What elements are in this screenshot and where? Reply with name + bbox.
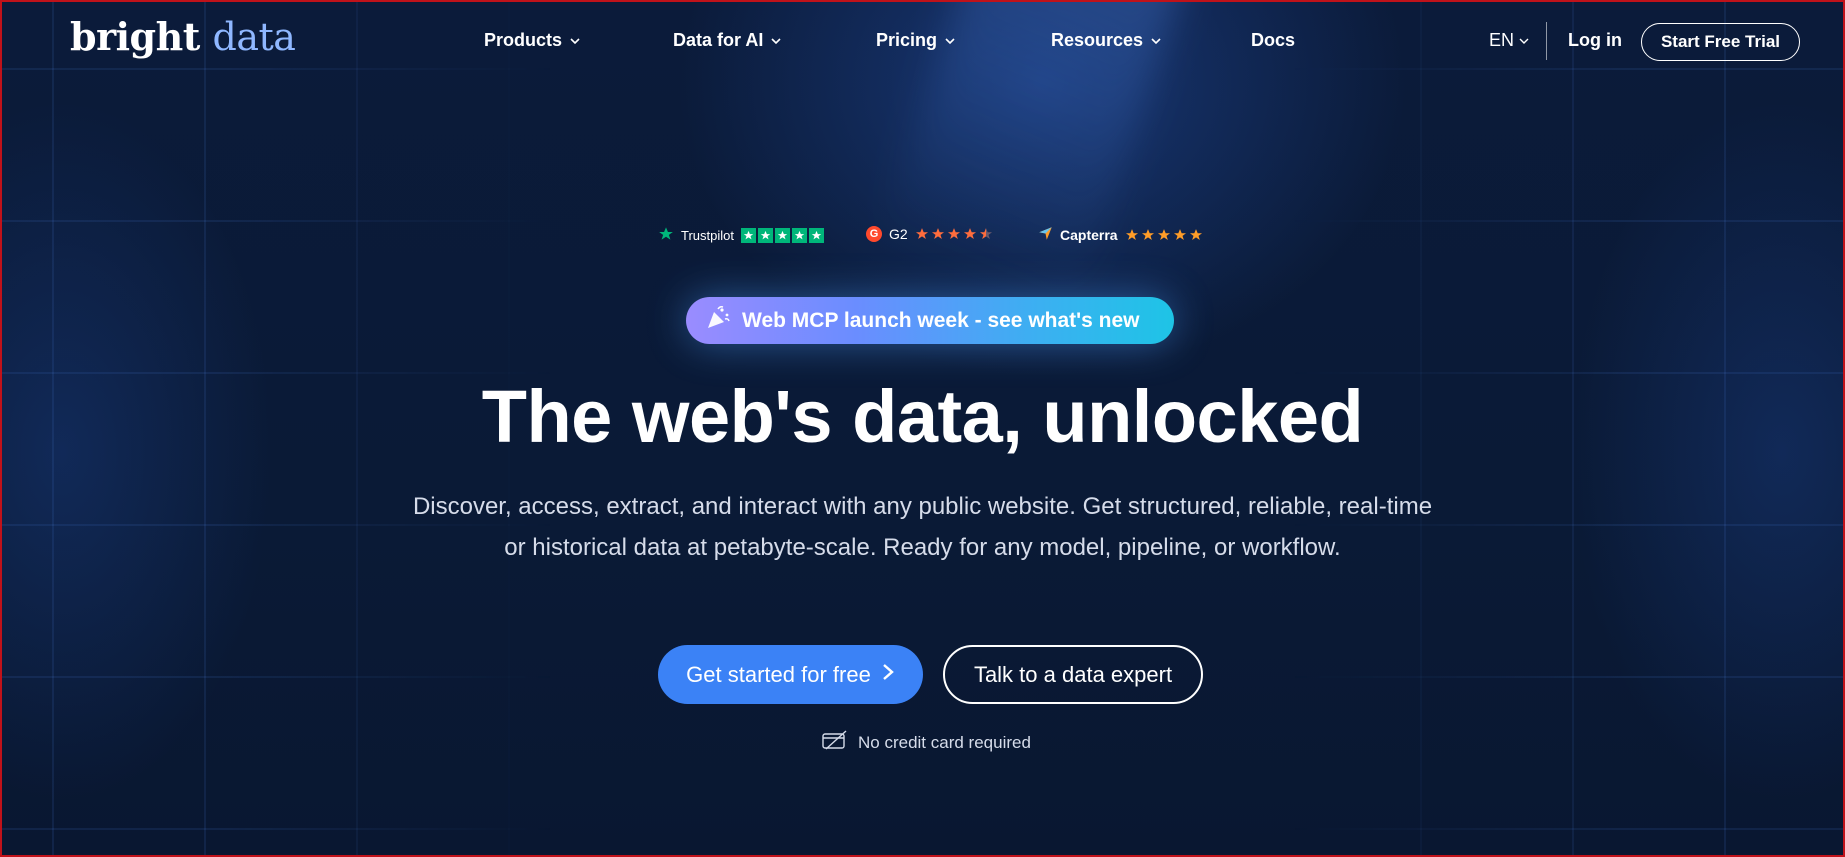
- nav-divider: [1546, 22, 1547, 60]
- logo-word-data: data: [212, 15, 296, 59]
- trustpilot-stars: [740, 228, 824, 243]
- trustpilot-rating[interactable]: Trustpilot: [658, 226, 824, 245]
- nav-item-docs[interactable]: Docs: [1251, 30, 1295, 51]
- nav-item-label: Resources: [1051, 30, 1144, 50]
- chevron-down-icon: [570, 36, 580, 46]
- star-icon: [947, 228, 960, 239]
- g2-stars: [915, 227, 993, 241]
- nav-item-products[interactable]: Products: [484, 30, 580, 51]
- nav-item-resources[interactable]: Resources: [1051, 30, 1161, 51]
- language-selector[interactable]: EN: [1489, 30, 1529, 51]
- star-icon: [963, 228, 976, 239]
- star-icon: [757, 228, 773, 243]
- trustpilot-star-icon: [658, 226, 674, 245]
- capterra-logo-icon: [1038, 226, 1053, 244]
- star-icon: [1141, 229, 1154, 240]
- star-icon: [915, 228, 928, 239]
- announcement-label: Web MCP launch week - see what's new: [742, 308, 1140, 332]
- half-star-icon: [979, 228, 992, 239]
- bright-data-logo[interactable]: bright data: [70, 14, 296, 59]
- chevron-down-icon: [771, 36, 781, 46]
- hero-subline-1: Discover, access, extract, and interact …: [412, 493, 1433, 520]
- star-icon: [1173, 229, 1186, 240]
- talk-to-expert-button[interactable]: Talk to a data expert: [943, 645, 1203, 704]
- announcement-pill[interactable]: Web MCP launch week - see what's new: [686, 297, 1174, 344]
- start-free-trial-button[interactable]: Start Free Trial: [1641, 23, 1800, 61]
- nav-item-data-for-ai[interactable]: Data for AI: [673, 30, 781, 51]
- chevron-down-icon: [1151, 36, 1161, 46]
- nav-item-pricing[interactable]: Pricing: [876, 30, 955, 51]
- nav-item-label: Docs: [1251, 30, 1296, 50]
- star-icon: [1125, 229, 1138, 240]
- hero-headline: The web's data, unlocked: [481, 375, 1364, 458]
- logo-word-bright: bright: [70, 14, 200, 59]
- no-credit-card-label: No credit card required: [858, 732, 1031, 752]
- star-icon: [740, 228, 756, 243]
- star-icon: [808, 228, 824, 243]
- get-started-label: Get started for free: [686, 661, 871, 687]
- hero-subheadline: Discover, access, extract, and interact …: [2, 486, 1843, 568]
- credit-card-icon: [822, 730, 848, 755]
- g2-label: G2: [889, 226, 908, 242]
- g2-logo-icon: G: [866, 226, 882, 242]
- nav-item-label: Products: [484, 30, 563, 50]
- chevron-down-icon: [1519, 36, 1529, 46]
- top-navigation: bright data Products Data for AI Pricing…: [2, 2, 1843, 82]
- capterra-stars: [1125, 228, 1203, 242]
- no-credit-card-note: No credit card required: [822, 730, 1031, 755]
- ratings-row: Trustpilot G G2 Capterra: [2, 226, 1843, 250]
- star-icon: [1157, 229, 1170, 240]
- chevron-down-icon: [945, 36, 955, 46]
- star-icon: [774, 228, 790, 243]
- star-icon: [1189, 229, 1202, 240]
- page: bright data Products Data for AI Pricing…: [0, 0, 1845, 857]
- chevron-right-icon: [881, 662, 895, 688]
- g2-rating[interactable]: G G2: [866, 226, 993, 242]
- language-label: EN: [1489, 30, 1515, 50]
- hero-subline-2: or historical data at petabyte-scale. Re…: [504, 534, 1341, 561]
- trustpilot-label: Trustpilot: [681, 228, 734, 243]
- party-popper-icon: [704, 304, 732, 338]
- login-label: Log in: [1568, 30, 1622, 50]
- nav-item-label: Pricing: [876, 30, 938, 50]
- star-icon: [791, 228, 807, 243]
- capterra-rating[interactable]: Capterra: [1038, 226, 1203, 244]
- capterra-label: Capterra: [1060, 227, 1118, 243]
- nav-item-label: Data for AI: [673, 30, 764, 50]
- star-icon: [931, 228, 944, 239]
- login-link[interactable]: Log in: [1568, 30, 1622, 51]
- get-started-button[interactable]: Get started for free: [658, 645, 923, 704]
